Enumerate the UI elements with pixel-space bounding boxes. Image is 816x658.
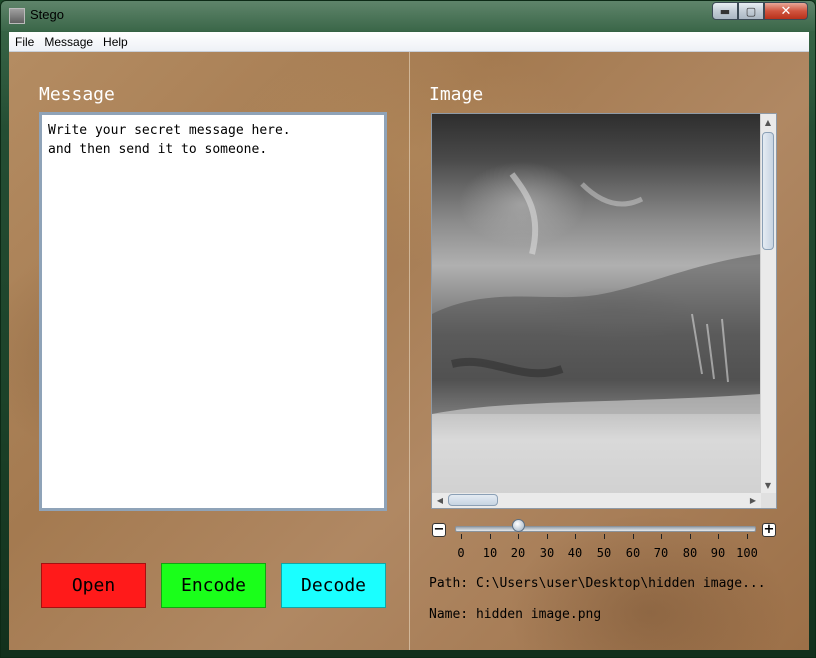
content-panel: Message Write your secret message here. … <box>9 52 809 650</box>
zoom-tick <box>518 534 519 539</box>
message-textarea[interactable]: Write your secret message here. and then… <box>39 112 387 511</box>
vertical-scrollbar[interactable]: ▲ ▼ <box>760 114 776 493</box>
scroll-right-icon[interactable]: ▶ <box>746 493 760 507</box>
zoom-tick <box>461 534 462 539</box>
zoom-slider-track[interactable] <box>455 526 756 532</box>
scroll-down-icon[interactable]: ▼ <box>761 478 775 492</box>
close-button[interactable]: ✕ <box>764 2 808 20</box>
horizontal-scroll-thumb[interactable] <box>448 494 498 506</box>
image-preview <box>432 114 761 493</box>
scroll-corner <box>761 493 776 508</box>
vertical-scroll-thumb[interactable] <box>762 132 774 250</box>
zoom-tick <box>718 534 719 539</box>
horizontal-scrollbar[interactable]: ◀ ▶ <box>432 492 761 508</box>
path-label: Path: C:\Users\user\Desktop\hidden image… <box>429 576 766 591</box>
zoom-tick <box>633 534 634 539</box>
zoom-tick-label: 60 <box>625 546 641 560</box>
menu-message[interactable]: Message <box>40 35 97 49</box>
zoom-tick-label: 100 <box>736 546 758 560</box>
zoom-tick-label: 0 <box>457 546 465 560</box>
zoom-tick <box>604 534 605 539</box>
zoom-tick-label: 50 <box>596 546 612 560</box>
image-scroll-pane[interactable]: ▲ ▼ ◀ ▶ <box>431 113 777 509</box>
zoom-tick-label: 20 <box>510 546 526 560</box>
window-title: Stego <box>30 7 64 22</box>
zoom-tick-label: 70 <box>653 546 669 560</box>
open-button[interactable]: Open <box>41 563 146 608</box>
scroll-left-icon[interactable]: ◀ <box>433 493 447 507</box>
zoom-out-button[interactable]: − <box>432 523 446 537</box>
scroll-up-icon[interactable]: ▲ <box>761 115 775 129</box>
maximize-button[interactable]: ▢ <box>738 2 764 20</box>
message-heading: Message <box>39 84 115 105</box>
image-heading: Image <box>429 84 484 105</box>
zoom-tick-label: 10 <box>482 546 498 560</box>
zoom-tick <box>490 534 491 539</box>
menu-file[interactable]: File <box>11 35 38 49</box>
name-label: Name: hidden image.png <box>429 607 602 622</box>
app-window: Stego ▬ ▢ ✕ File Message Help Message Wr… <box>0 0 816 658</box>
decode-button[interactable]: Decode <box>281 563 386 608</box>
zoom-tick-label: 90 <box>710 546 726 560</box>
zoom-in-button[interactable]: + <box>762 523 776 537</box>
zoom-tick <box>690 534 691 539</box>
zoom-tick <box>661 534 662 539</box>
caption-buttons: ▬ ▢ ✕ <box>712 2 808 21</box>
zoom-tick-label: 40 <box>567 546 583 560</box>
zoom-tick <box>747 534 748 539</box>
minimize-button[interactable]: ▬ <box>712 2 738 20</box>
image-texture <box>432 172 761 493</box>
zoom-tick-label: 80 <box>682 546 698 560</box>
zoom-tick <box>575 534 576 539</box>
panel-divider <box>409 52 410 650</box>
zoom-tick <box>547 534 548 539</box>
app-icon <box>9 8 25 24</box>
encode-button[interactable]: Encode <box>161 563 266 608</box>
title-bar[interactable]: Stego ▬ ▢ ✕ <box>1 1 815 31</box>
menu-help[interactable]: Help <box>99 35 132 49</box>
menu-bar: File Message Help <box>9 32 809 52</box>
zoom-slider-thumb[interactable] <box>512 519 525 532</box>
zoom-tick-label: 30 <box>539 546 555 560</box>
